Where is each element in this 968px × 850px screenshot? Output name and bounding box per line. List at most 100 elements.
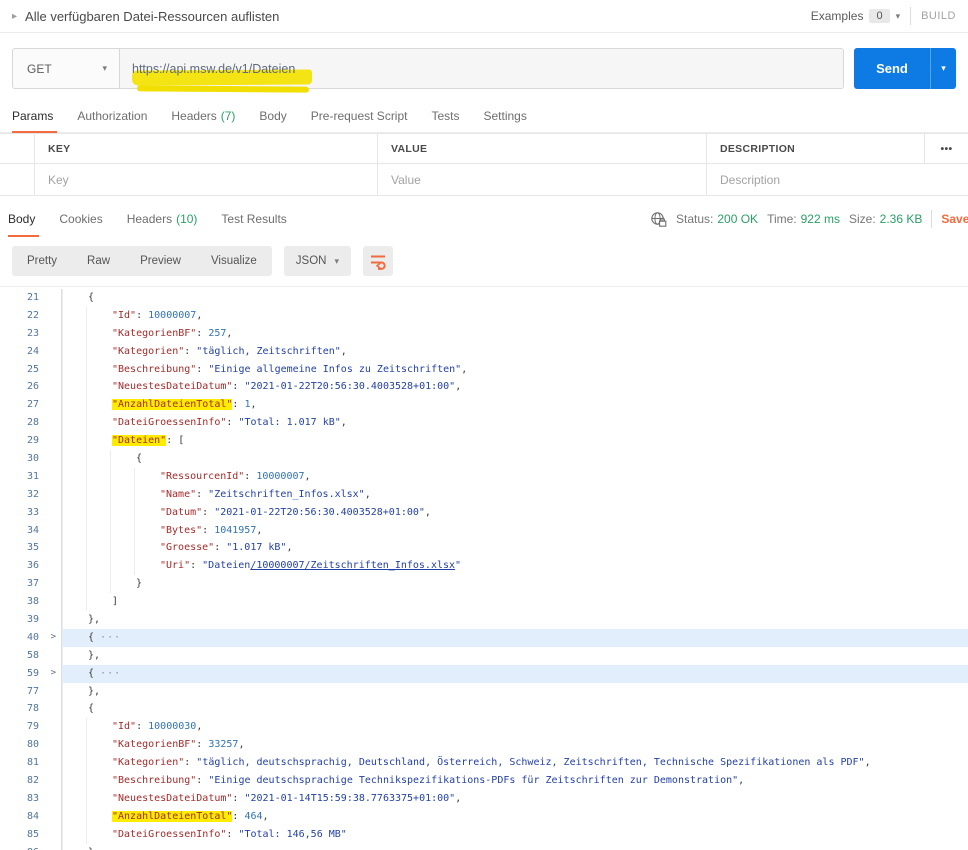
- wrap-text-button[interactable]: [363, 246, 393, 276]
- indent-guide: [86, 808, 110, 826]
- line-number: 84: [27, 808, 61, 826]
- request-tabs: ParamsAuthorizationHeaders(7)BodyPre-req…: [0, 99, 968, 133]
- description-input[interactable]: Description: [706, 164, 924, 195]
- code-tokens: },: [86, 611, 100, 629]
- line-number: 22: [27, 307, 61, 325]
- indent-guide: [134, 504, 158, 522]
- view-mode-preview[interactable]: Preview: [125, 246, 196, 276]
- indent-guide: [62, 522, 86, 540]
- key-input[interactable]: Key: [34, 164, 377, 195]
- line-gutter: 31: [0, 468, 62, 486]
- tab-pre-request-script[interactable]: Pre-request Script: [299, 99, 420, 132]
- indent-guide: [62, 718, 86, 736]
- view-mode-group: PrettyRawPreviewVisualize: [12, 246, 272, 276]
- tab-settings[interactable]: Settings: [472, 99, 539, 132]
- code-tokens: {: [86, 700, 94, 718]
- params-header-row: KEY VALUE DESCRIPTION •••: [0, 133, 968, 164]
- code-line-content: },: [62, 647, 968, 665]
- indent-guide: [86, 539, 110, 557]
- collapse-arrow-icon[interactable]: ▸: [12, 11, 17, 22]
- request-title: Alle verfügbaren Datei-Ressourcen auflis…: [25, 9, 279, 24]
- indent-guide: [62, 736, 86, 754]
- fold-toggle-icon[interactable]: >: [51, 629, 56, 647]
- url-input[interactable]: https://api.msw.de/v1/Dateien: [120, 49, 843, 88]
- send-options-icon[interactable]: ▾: [930, 48, 956, 89]
- tab-authorization[interactable]: Authorization: [65, 99, 159, 132]
- code-tokens: "Beschreibung": "Einige deutschsprachige…: [110, 772, 744, 790]
- line-number: 38: [27, 593, 61, 611]
- line-number: 36: [27, 557, 61, 575]
- indent-guide: [110, 575, 134, 593]
- indent-guide: [134, 522, 158, 540]
- code-line-content: "Dateien": [: [62, 432, 968, 450]
- value-input[interactable]: Value: [377, 164, 706, 195]
- code-line: 23"KategorienBF": 257,: [0, 325, 968, 343]
- indent-guide: [110, 468, 134, 486]
- examples-dropdown[interactable]: Examples 0 ▾: [811, 9, 900, 23]
- indent-guide: [62, 289, 86, 307]
- line-number: 33: [27, 504, 61, 522]
- response-tab-headers[interactable]: Headers(10): [115, 202, 210, 236]
- method-select[interactable]: GET ▾: [13, 49, 120, 88]
- line-gutter: 32: [0, 486, 62, 504]
- collapsed-code-block[interactable]: { ···: [62, 629, 968, 647]
- code-line-content: "KategorienBF": 257,: [62, 325, 968, 343]
- save-response-button[interactable]: Save Response: [941, 212, 968, 226]
- wrap-text-icon: [369, 252, 387, 270]
- code-line: 58},: [0, 647, 968, 665]
- indent-guide: [86, 450, 110, 468]
- indent-guide: [86, 361, 110, 379]
- response-meta: Status: 200 OK Time: 922 ms Size: 2.36 K…: [650, 202, 968, 236]
- view-mode-raw[interactable]: Raw: [72, 246, 125, 276]
- indent-guide: [62, 396, 86, 414]
- indent-guide: [62, 432, 86, 450]
- code-line-content: "Kategorien": "täglich, Zeitschriften",: [62, 343, 968, 361]
- tab-tests[interactable]: Tests: [419, 99, 471, 132]
- fold-toggle-icon[interactable]: >: [51, 665, 56, 683]
- table-options-icon[interactable]: •••: [924, 134, 968, 163]
- response-tab-cookies[interactable]: Cookies: [47, 202, 114, 236]
- size-label: Size:: [849, 212, 876, 226]
- line-gutter: 24: [0, 343, 62, 361]
- request-url-row: GET ▾ https://api.msw.de/v1/Dateien Send…: [0, 33, 968, 99]
- view-mode-visualize[interactable]: Visualize: [196, 246, 272, 276]
- indent-guide: [110, 539, 134, 557]
- response-tab-test-results[interactable]: Test Results: [209, 202, 298, 236]
- language-select[interactable]: JSON ▾: [284, 246, 351, 276]
- line-gutter: 25: [0, 361, 62, 379]
- params-input-row: Key Value Description: [0, 164, 968, 195]
- key-column-header: KEY: [34, 134, 377, 163]
- tab-params[interactable]: Params: [12, 99, 65, 132]
- response-tab-body[interactable]: Body: [8, 202, 47, 236]
- tab-body[interactable]: Body: [247, 99, 298, 132]
- tab-headers[interactable]: Headers(7): [159, 99, 247, 132]
- code-tokens: "NeuestesDateiDatum": "2021-01-14T15:59:…: [110, 790, 461, 808]
- code-line: 33"Datum": "2021-01-22T20:56:30.4003528+…: [0, 504, 968, 522]
- line-number: 83: [27, 790, 61, 808]
- time-value: 922 ms: [801, 212, 840, 226]
- send-label[interactable]: Send: [854, 48, 930, 89]
- examples-label: Examples: [811, 9, 864, 23]
- indent-guide: [86, 343, 110, 361]
- code-tokens: "Id": 10000007,: [110, 307, 202, 325]
- line-gutter: 22: [0, 307, 62, 325]
- indent-guide: [86, 754, 110, 772]
- code-line: 78 {: [0, 700, 968, 718]
- code-line-content: "Uri": "Dateien/10000007/Zeitschriften_I…: [62, 557, 968, 575]
- line-number: 32: [27, 486, 61, 504]
- code-line-content: {: [62, 450, 968, 468]
- view-mode-pretty[interactable]: Pretty: [12, 246, 72, 276]
- code-line: 81"Kategorien": "täglich, deutschsprachi…: [0, 754, 968, 772]
- time-label: Time:: [767, 212, 797, 226]
- code-tokens: ]: [110, 593, 118, 611]
- code-line-content: }: [62, 844, 968, 850]
- line-number: 37: [27, 575, 61, 593]
- indent-guide: [134, 468, 158, 486]
- line-gutter: 38: [0, 593, 62, 611]
- line-gutter: 86: [0, 844, 62, 850]
- network-globe-lock-icon[interactable]: [650, 211, 667, 228]
- send-button[interactable]: Send ▾: [854, 48, 956, 89]
- line-gutter: 78: [0, 700, 62, 718]
- collapsed-code-block[interactable]: { ···: [62, 665, 968, 683]
- code-line-content: },: [62, 683, 968, 701]
